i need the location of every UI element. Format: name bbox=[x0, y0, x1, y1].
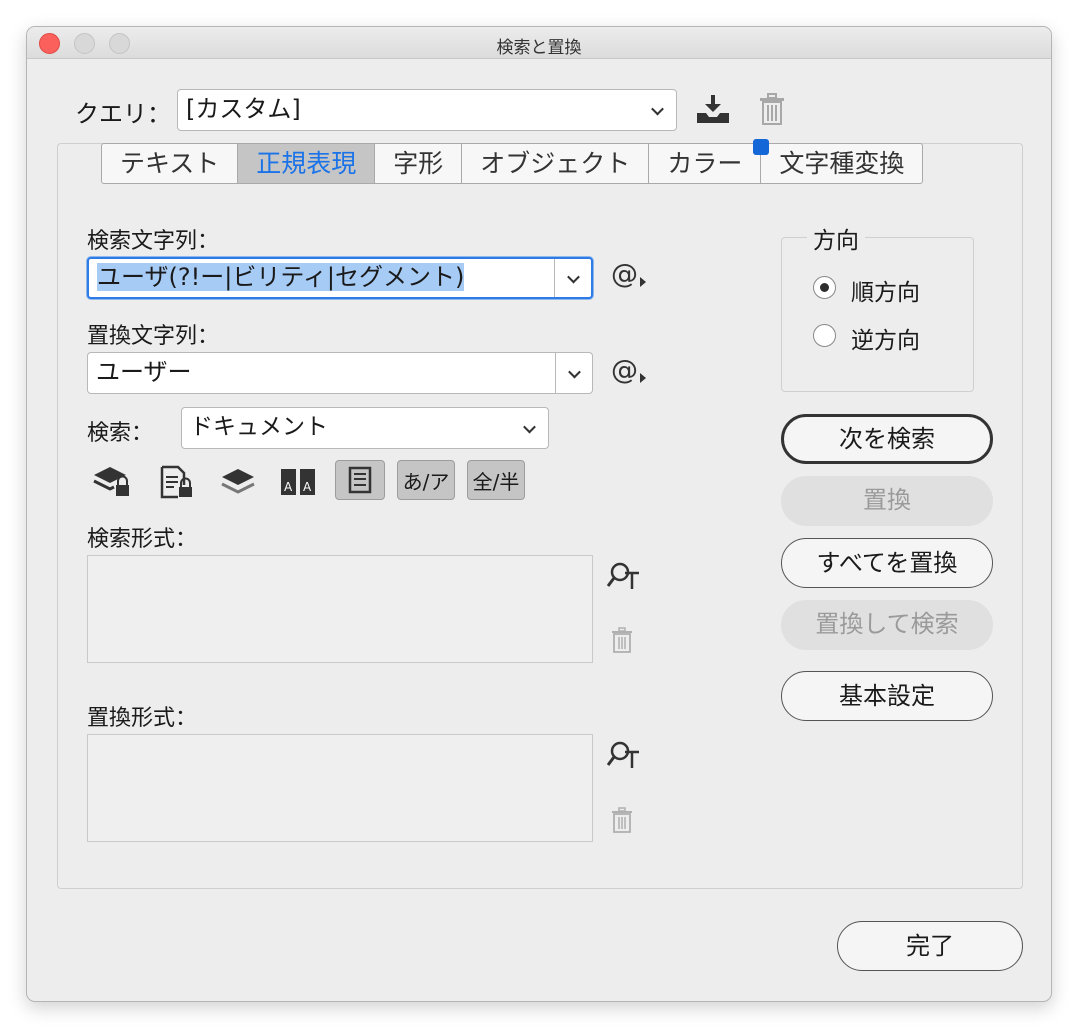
width-sensitive-toggle[interactable]: 全/半 bbox=[467, 460, 525, 500]
search-scope-select[interactable]: ドキュメント bbox=[181, 407, 549, 449]
query-label: クエリ： bbox=[75, 100, 171, 128]
save-query-icon[interactable] bbox=[695, 93, 731, 125]
include-locked-stories-icon[interactable] bbox=[151, 462, 201, 502]
special-characters-find-icon[interactable]: @ bbox=[611, 259, 646, 290]
direction-label: 方向 bbox=[807, 221, 865, 255]
tab-bar: テキスト 正規表現 字形 オブジェクト カラー 文字種変換 bbox=[101, 139, 924, 184]
find-what-label: 検索文字列： bbox=[87, 229, 220, 254]
find-format-area[interactable] bbox=[87, 555, 593, 663]
query-value: [カスタム] bbox=[186, 95, 301, 123]
change-all-button[interactable]: すべてを置換 bbox=[781, 538, 993, 588]
delete-query-icon[interactable] bbox=[759, 93, 785, 125]
change-format-label: 置換形式： bbox=[87, 706, 198, 731]
chevron-down-icon[interactable] bbox=[568, 365, 581, 379]
specify-find-format-icon[interactable] bbox=[606, 561, 641, 591]
change-button[interactable]: 置換 bbox=[781, 476, 993, 526]
change-find-button[interactable]: 置換して検索 bbox=[781, 600, 993, 650]
chevron-down-icon bbox=[651, 102, 664, 116]
chevron-down-icon[interactable] bbox=[567, 270, 580, 284]
backward-label[interactable]: 逆方向 bbox=[851, 321, 920, 355]
special-characters-change-icon[interactable]: @ bbox=[611, 355, 646, 386]
query-select[interactable]: [カスタム] bbox=[177, 89, 677, 131]
tab-text[interactable]: テキスト bbox=[102, 144, 239, 183]
direction-group bbox=[781, 237, 974, 392]
change-to-value: ユーザー bbox=[96, 358, 192, 386]
forward-label[interactable]: 順方向 bbox=[851, 273, 920, 307]
tab-object[interactable]: オブジェクト bbox=[462, 144, 650, 183]
more-options-button[interactable]: 基本設定 bbox=[781, 671, 993, 721]
include-master-pages-icon[interactable]: A A bbox=[273, 462, 323, 502]
change-to-label: 置換文字列： bbox=[87, 324, 220, 349]
svg-text:A: A bbox=[303, 480, 312, 494]
include-footnotes-icon[interactable] bbox=[335, 460, 385, 500]
svg-text:A: A bbox=[284, 480, 293, 494]
include-locked-layers-icon[interactable] bbox=[87, 462, 137, 502]
find-format-label: 検索形式： bbox=[87, 527, 198, 552]
done-button[interactable]: 完了 bbox=[837, 921, 1023, 971]
tab-color[interactable]: カラー bbox=[649, 139, 770, 183]
tab-glyph[interactable]: 字形 bbox=[375, 144, 463, 183]
find-next-button[interactable]: 次を検索 bbox=[781, 414, 993, 464]
search-scope-value: ドキュメント bbox=[190, 414, 328, 440]
tab-transliterate[interactable]: 文字種変換 bbox=[761, 144, 922, 183]
include-hidden-layers-icon[interactable] bbox=[213, 462, 263, 502]
clear-change-format-icon[interactable] bbox=[611, 807, 633, 833]
change-to-input[interactable]: ユーザー bbox=[87, 352, 593, 394]
kana-sensitive-toggle[interactable]: あ/ア bbox=[397, 460, 455, 500]
title-bar: 検索と置換 bbox=[27, 27, 1051, 59]
specify-change-format-icon[interactable] bbox=[606, 740, 641, 770]
clear-find-format-icon[interactable] bbox=[611, 627, 633, 653]
change-format-area[interactable] bbox=[87, 734, 593, 842]
window-title: 検索と置換 bbox=[496, 38, 582, 58]
tab-grep[interactable]: 正規表現 bbox=[238, 144, 376, 183]
chevron-down-icon bbox=[523, 420, 536, 434]
search-label: 検索： bbox=[87, 421, 154, 446]
forward-radio[interactable] bbox=[813, 276, 836, 299]
find-replace-dialog: 検索と置換 クエリ： [カスタム] テキスト 正規表現 字形 オブジェクト カラ… bbox=[26, 26, 1052, 1002]
find-what-input[interactable]: ユーザ(?!ー|ビリティ|セグメント) bbox=[87, 257, 593, 299]
backward-radio[interactable] bbox=[813, 324, 836, 347]
find-what-value: ユーザ(?!ー|ビリティ|セグメント) bbox=[97, 263, 465, 291]
